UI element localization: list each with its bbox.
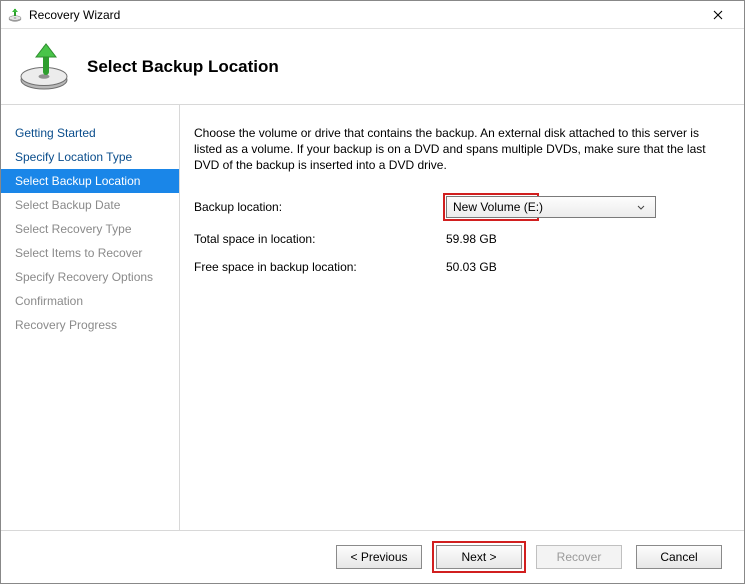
wizard-footer: < Previous Next > Recover Cancel (1, 531, 744, 583)
backup-location-label: Backup location: (194, 200, 446, 214)
step-specify-recovery-options: Specify Recovery Options (1, 265, 179, 289)
total-space-value: 59.98 GB (446, 232, 497, 246)
titlebar: Recovery Wizard (1, 1, 744, 29)
step-recovery-progress: Recovery Progress (1, 313, 179, 337)
total-space-row: Total space in location: 59.98 GB (194, 232, 726, 246)
recover-button: Recover (536, 545, 622, 569)
wizard-header: Select Backup Location (1, 29, 744, 104)
step-select-backup-date: Select Backup Date (1, 193, 179, 217)
wizard-steps-sidebar: Getting Started Specify Location Type Se… (1, 105, 179, 530)
next-button[interactable]: Next > (436, 545, 522, 569)
step-confirmation: Confirmation (1, 289, 179, 313)
step-select-recovery-type: Select Recovery Type (1, 217, 179, 241)
chevron-down-icon (633, 200, 649, 214)
recovery-wizard-window: Recovery Wizard Select Backup Location G… (0, 0, 745, 584)
step-select-backup-location[interactable]: Select Backup Location (1, 169, 179, 193)
free-space-value: 50.03 GB (446, 260, 497, 274)
free-space-row: Free space in backup location: 50.03 GB (194, 260, 726, 274)
free-space-label: Free space in backup location: (194, 260, 446, 274)
window-title: Recovery Wizard (29, 8, 698, 22)
wizard-content: Choose the volume or drive that contains… (179, 105, 744, 530)
instructions-text: Choose the volume or drive that contains… (194, 125, 726, 174)
step-specify-location-type[interactable]: Specify Location Type (1, 145, 179, 169)
app-icon (7, 7, 23, 23)
backup-location-row: Backup location: New Volume (E:) (194, 196, 726, 218)
wizard-icon (17, 40, 71, 94)
wizard-body: Getting Started Specify Location Type Se… (1, 104, 744, 531)
close-icon (713, 10, 723, 20)
total-space-label: Total space in location: (194, 232, 446, 246)
step-getting-started[interactable]: Getting Started (1, 121, 179, 145)
cancel-button[interactable]: Cancel (636, 545, 722, 569)
backup-location-value: New Volume (E:) (453, 200, 633, 214)
previous-button[interactable]: < Previous (336, 545, 422, 569)
backup-location-dropdown[interactable]: New Volume (E:) (446, 196, 656, 218)
page-title: Select Backup Location (87, 57, 279, 77)
close-button[interactable] (698, 1, 738, 29)
step-select-items-to-recover: Select Items to Recover (1, 241, 179, 265)
